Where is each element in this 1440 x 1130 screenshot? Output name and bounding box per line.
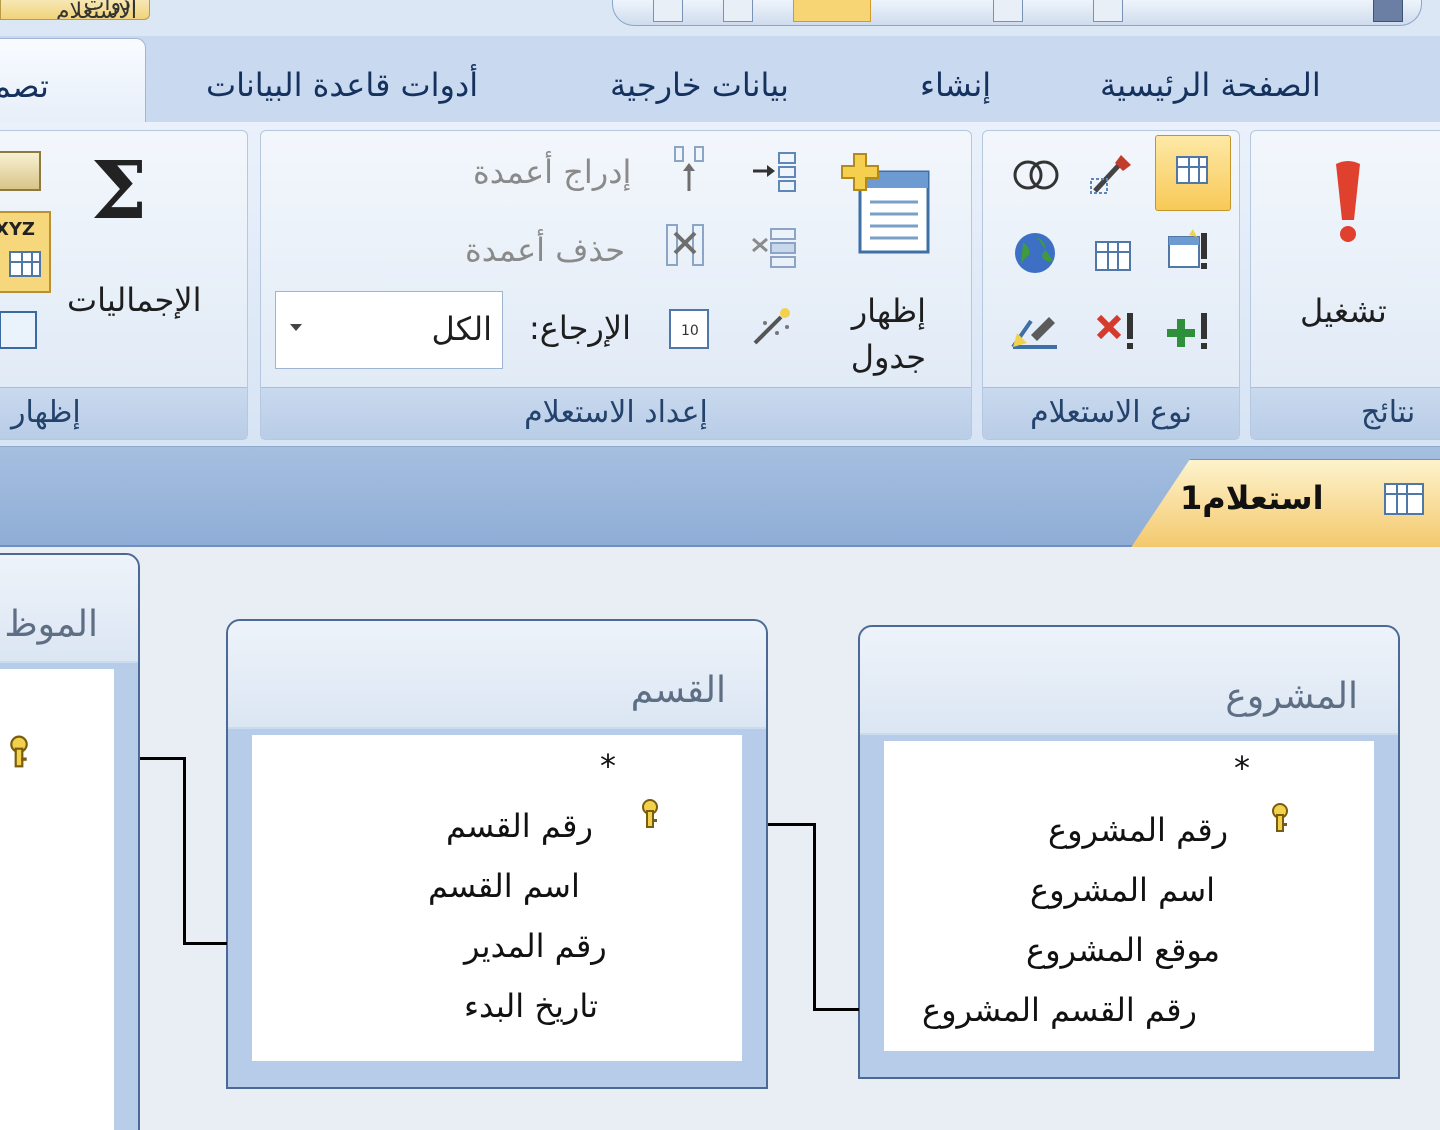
field-list-employee-scrollbar[interactable] <box>114 669 138 1130</box>
document-tab-title: استعلام1 <box>1180 479 1324 517</box>
ribbon-tabs: تصم أدوات قاعدة البيانات بيانات خارجية إ… <box>0 36 1440 126</box>
primary-key-icon <box>1272 803 1288 832</box>
show-table-label-2: جدول <box>850 338 926 376</box>
qat-print-icon[interactable] <box>1093 0 1123 22</box>
insert-columns-label[interactable]: إدراج أعمدة <box>473 153 631 191</box>
delete-rows-icon[interactable] <box>749 225 799 271</box>
quick-access-strip: أدوات الاستعلام <box>0 0 1440 36</box>
show-table-label-1: إظهار <box>851 292 926 330</box>
tab-design-label: تصم <box>0 67 49 105</box>
sigma-icon: Σ <box>91 152 148 232</box>
relationship-line-employee-department[interactable] <box>140 757 186 760</box>
relationship-line-department-project[interactable] <box>768 823 816 826</box>
group-query-setup: إظهار جدول إدراج أعمدة حذف أعمدة 10 الإر… <box>260 130 972 440</box>
run-exclamation-icon <box>1336 161 1360 242</box>
tab-home[interactable]: الصفحة الرئيسية <box>1100 66 1321 104</box>
relationship-line-department-project-h <box>813 1008 859 1011</box>
delete-query-icon[interactable] <box>1095 307 1143 353</box>
tab-create[interactable]: إنشاء <box>920 66 991 104</box>
datasheet-icon[interactable] <box>1095 241 1131 271</box>
svg-text:Σ: Σ <box>91 152 148 232</box>
run-button[interactable]: تشغيل <box>1269 141 1429 371</box>
primary-key-icon <box>10 735 28 768</box>
field-list-project[interactable]: المشروع * رقم المشروع اسم المشروع موقع ا… <box>858 625 1400 1079</box>
project-field-department[interactable]: رقم القسم المشروع <box>922 991 1197 1029</box>
qat-view-icon[interactable] <box>793 0 871 22</box>
document-tab-strip: استعلام1 <box>0 447 1440 549</box>
tab-external-data[interactable]: بيانات خارجية <box>610 66 789 104</box>
select-query-icon <box>1176 156 1208 184</box>
qat-open-icon[interactable] <box>993 0 1023 22</box>
context-tab-label: أدوات الاستعلام <box>55 0 137 20</box>
project-field-number[interactable]: رقم المشروع <box>1048 811 1228 849</box>
quick-access-toolbar <box>612 0 1422 26</box>
context-tab-query-tools[interactable]: أدوات الاستعلام <box>0 0 150 20</box>
relationship-line-department-project-v <box>813 823 816 1011</box>
department-field-start-date[interactable]: تاريخ البدء <box>464 987 598 1025</box>
chevron-down-icon[interactable] <box>290 324 302 331</box>
append-query-icon[interactable] <box>1167 307 1215 353</box>
project-field-location[interactable]: موقع المشروع <box>1026 931 1220 969</box>
delete-columns-icon[interactable] <box>665 223 705 269</box>
return-label: الإرجاع: <box>529 309 631 347</box>
office-logo-icon[interactable] <box>1373 0 1403 22</box>
group-results-label: نتائج <box>1251 387 1440 439</box>
project-field-all[interactable]: * <box>1234 749 1250 787</box>
department-field-number[interactable]: رقم القسم <box>446 807 593 845</box>
pass-through-icon[interactable] <box>1011 229 1059 277</box>
ribbon: Σ الإجماليات XYZ إظهار إظهار جدول إدراج … <box>0 122 1440 447</box>
query-tab-icon <box>1384 483 1424 515</box>
return-combobox[interactable]: الكل <box>275 291 503 369</box>
builder-icon[interactable] <box>747 303 795 351</box>
insert-columns-icon[interactable] <box>673 145 707 195</box>
primary-key-icon <box>642 799 658 828</box>
return-value: الكل <box>431 310 492 348</box>
project-field-name[interactable]: اسم المشروع <box>1030 871 1215 909</box>
group-show-hide-label: إظهار <box>0 387 247 439</box>
group-query-type-label: نوع الاستعلام <box>983 387 1239 439</box>
totals-button[interactable]: Σ <box>79 151 159 241</box>
tab-design[interactable]: تصم <box>0 38 146 126</box>
insert-rows-icon[interactable] <box>749 149 799 195</box>
update-query-icon[interactable] <box>1009 307 1063 353</box>
relationship-line-employee-department-h <box>183 942 227 945</box>
table-names-icon[interactable]: XYZ <box>0 211 51 293</box>
show-table-icon <box>841 153 930 254</box>
mini-grid-icon <box>9 251 41 277</box>
field-list-department[interactable]: القسم * رقم القسم اسم القسم رقم المدير ت… <box>226 619 768 1089</box>
group-query-type: نوع الاستعلام <box>982 130 1240 440</box>
make-table-icon[interactable] <box>1087 151 1137 199</box>
field-list-employee-title: الموظ <box>0 555 138 663</box>
department-field-manager[interactable]: رقم المدير <box>464 927 607 965</box>
show-table-button[interactable]: إظهار جدول <box>831 141 941 381</box>
parameters-icon[interactable] <box>0 311 37 349</box>
tab-database-tools[interactable]: أدوات قاعدة البيانات <box>206 66 478 104</box>
department-field-name[interactable]: اسم القسم <box>428 867 580 905</box>
field-list-department-title: القسم <box>228 621 766 729</box>
xyz-text: XYZ <box>0 219 35 240</box>
relationship-line-employee-department-v <box>183 757 186 945</box>
group-query-setup-label: إعداد الاستعلام <box>261 387 971 439</box>
union-icon[interactable] <box>1009 155 1063 195</box>
totals-label: الإجماليات <box>67 281 202 319</box>
department-field-all[interactable]: * <box>600 747 616 785</box>
field-list-project-title: المشروع <box>860 627 1398 735</box>
delete-columns-label[interactable]: حذف أعمدة <box>465 231 625 269</box>
group-show-hide: Σ الإجماليات XYZ إظهار <box>0 130 248 440</box>
crosstab-icon[interactable] <box>1165 227 1215 275</box>
qat-save-icon[interactable] <box>653 0 683 22</box>
qat-undo-icon[interactable] <box>723 0 753 22</box>
return-icon: 10 <box>669 309 709 349</box>
query-design-area: الموظ القسم * رقم القسم اسم القسم رقم ال… <box>0 547 1440 1130</box>
field-list-employee[interactable]: الموظ <box>0 553 140 1130</box>
run-label: تشغيل <box>1300 292 1387 330</box>
property-sheet-icon[interactable] <box>0 151 41 191</box>
group-results: تشغيل نتائج <box>1250 130 1440 440</box>
select-query-button[interactable] <box>1155 135 1231 211</box>
